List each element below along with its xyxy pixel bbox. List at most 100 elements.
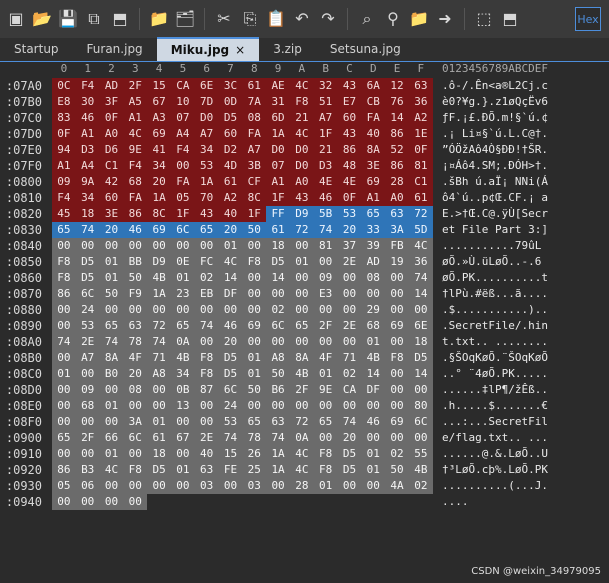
hex-byte[interactable]: B6: [266, 382, 290, 398]
hex-byte[interactable]: 53: [337, 206, 362, 222]
hex-byte[interactable]: [170, 494, 195, 510]
hex-byte[interactable]: 50: [266, 366, 290, 382]
hex-byte[interactable]: 0A: [289, 430, 314, 446]
hex-byte[interactable]: 00: [385, 366, 409, 382]
hex-byte[interactable]: 3A: [123, 414, 148, 430]
hex-byte[interactable]: 18: [408, 334, 433, 350]
hex-byte[interactable]: A0: [99, 126, 124, 142]
hex-byte[interactable]: 70: [194, 190, 219, 206]
hex-byte[interactable]: 15: [218, 446, 243, 462]
hex-byte[interactable]: 05: [52, 478, 76, 494]
hex-byte[interactable]: 41: [147, 142, 171, 158]
hex-byte[interactable]: 00: [194, 414, 219, 430]
hex-byte[interactable]: 0F: [408, 142, 433, 158]
ascii-row[interactable]: ....: [442, 494, 572, 510]
hex-byte[interactable]: 00: [313, 398, 338, 414]
hex-byte[interactable]: [242, 494, 267, 510]
hex-byte[interactable]: 9E: [123, 142, 148, 158]
hex-byte[interactable]: AD: [99, 78, 124, 94]
hex-byte[interactable]: 74: [99, 334, 124, 350]
hex-byte[interactable]: 40: [361, 126, 386, 142]
hex-byte[interactable]: 46: [123, 222, 148, 238]
hex-byte[interactable]: 00: [52, 238, 76, 254]
ascii-row[interactable]: †lPù.#ëß...ã....: [442, 286, 572, 302]
ascii-row[interactable]: ...........79ûL: [442, 238, 572, 254]
hex-byte[interactable]: 00: [242, 270, 267, 286]
hex-byte[interactable]: 00: [170, 158, 195, 174]
hex-byte[interactable]: 00: [52, 318, 76, 334]
hex-byte[interactable]: 39: [361, 238, 386, 254]
hex-byte[interactable]: 0F: [337, 190, 362, 206]
hex-byte[interactable]: 63: [408, 78, 433, 94]
bookmark-prev-icon[interactable]: ⬒: [500, 9, 520, 29]
hex-byte[interactable]: 00: [385, 270, 409, 286]
hex-byte[interactable]: 1F: [170, 206, 195, 222]
hex-byte[interactable]: 0F: [99, 110, 124, 126]
hex-byte[interactable]: [408, 494, 433, 510]
hex-byte[interactable]: 02: [194, 270, 219, 286]
hex-byte[interactable]: 01: [170, 270, 195, 286]
hex-byte[interactable]: 00: [408, 302, 433, 318]
bookmark-icon[interactable]: ⬚: [474, 9, 494, 29]
hex-byte[interactable]: 3A: [385, 222, 409, 238]
hex-byte[interactable]: [266, 494, 290, 510]
hex-byte[interactable]: 00: [313, 430, 338, 446]
hex-byte[interactable]: 28: [289, 478, 314, 494]
hex-byte[interactable]: F8: [385, 350, 409, 366]
hex-byte[interactable]: A7: [242, 142, 267, 158]
hex-byte[interactable]: 30: [75, 94, 100, 110]
hex-byte[interactable]: B3: [75, 462, 100, 478]
hex-byte[interactable]: 20: [218, 334, 243, 350]
hex-byte[interactable]: 4C: [408, 238, 433, 254]
hex-byte[interactable]: 0B: [170, 382, 195, 398]
hex-byte[interactable]: F8: [123, 462, 148, 478]
ascii-row[interactable]: øÕ.PK..........t: [442, 270, 572, 286]
hex-byte[interactable]: AE: [266, 78, 290, 94]
hex-byte[interactable]: 3E: [99, 206, 124, 222]
hex-byte[interactable]: 1A: [147, 190, 171, 206]
hex-byte[interactable]: 00: [147, 478, 171, 494]
hex-byte[interactable]: 00: [385, 302, 409, 318]
hex-byte[interactable]: 2E: [194, 430, 219, 446]
hex-byte[interactable]: [337, 494, 362, 510]
hex-byte[interactable]: 94: [52, 142, 76, 158]
hex-byte[interactable]: 60: [218, 126, 243, 142]
hex-byte[interactable]: 33: [361, 222, 386, 238]
ascii-row[interactable]: .§ŠOqKøÕ.¨ŠOqKøÕ: [442, 350, 572, 366]
hex-byte[interactable]: D5: [266, 254, 290, 270]
hex-byte[interactable]: 08: [123, 382, 148, 398]
hex-byte[interactable]: D5: [408, 350, 433, 366]
hex-byte[interactable]: A7: [75, 350, 100, 366]
hex-byte[interactable]: 2F: [289, 382, 314, 398]
hex-byte[interactable]: 03: [194, 478, 219, 494]
hex-byte[interactable]: 00: [52, 414, 76, 430]
hex-byte[interactable]: C1: [408, 174, 433, 190]
hex-byte[interactable]: 65: [99, 318, 124, 334]
hex-byte[interactable]: 00: [289, 270, 314, 286]
ascii-row[interactable]: è0?¥g.}.z1øQçËv6: [442, 94, 572, 110]
hex-byte[interactable]: CF: [242, 174, 267, 190]
ascii-row[interactable]: ..° ¨4øÕ.PK.....: [442, 366, 572, 382]
hex-byte[interactable]: 02: [408, 478, 433, 494]
hex-byte[interactable]: F4: [170, 142, 195, 158]
hex-byte[interactable]: FF: [266, 206, 290, 222]
hex-byte[interactable]: 74: [266, 430, 290, 446]
hex-byte[interactable]: 00: [408, 430, 433, 446]
hex-byte[interactable]: 69: [385, 414, 409, 430]
hex-byte[interactable]: D6: [99, 142, 124, 158]
hex-byte[interactable]: 1A: [266, 446, 290, 462]
hex-byte[interactable]: 36: [408, 94, 433, 110]
hex-byte[interactable]: 74: [75, 222, 100, 238]
hex-byte[interactable]: 50: [123, 270, 148, 286]
hex-byte[interactable]: 51: [313, 94, 338, 110]
hex-byte[interactable]: D9: [289, 206, 314, 222]
hex-byte[interactable]: D2: [218, 142, 243, 158]
hex-byte[interactable]: 69: [242, 318, 267, 334]
hex-byte[interactable]: 06: [75, 478, 100, 494]
hex-byte[interactable]: D5: [218, 350, 243, 366]
hex-byte[interactable]: 00: [147, 382, 171, 398]
hex-byte[interactable]: 4E: [337, 174, 362, 190]
hex-byte[interactable]: 69: [147, 222, 171, 238]
hex-byte[interactable]: 0C: [52, 78, 76, 94]
hex-byte[interactable]: 4B: [289, 366, 314, 382]
